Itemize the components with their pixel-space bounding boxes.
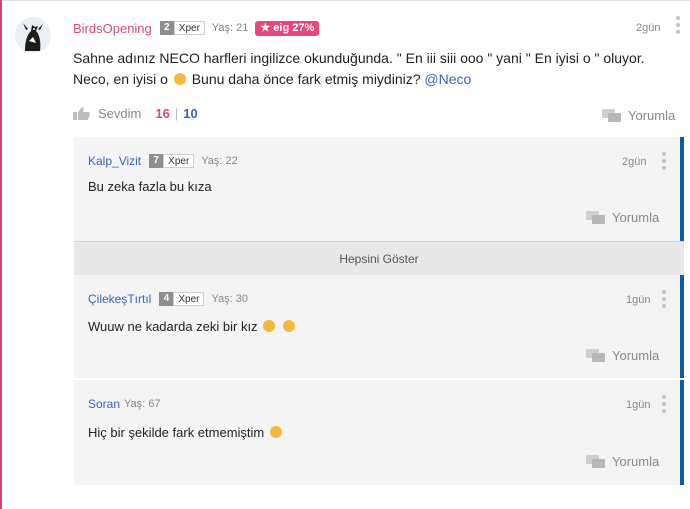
post-reply-button[interactable]: Yorumla	[602, 108, 675, 123]
xper-badge: Xper	[163, 154, 195, 168]
comment-time: 1gün	[626, 399, 651, 411]
user-age: Yaş: 22	[201, 155, 238, 167]
comment-icon	[602, 108, 621, 122]
comment-username[interactable]: Soran	[88, 397, 120, 411]
post-meta: BirdsOpening 2 Xper Yaş: 21 ★ eig 27%	[73, 19, 320, 37]
mention-link[interactable]: @Neco	[424, 71, 471, 87]
count-separator: |	[174, 105, 179, 121]
user-age: Yaş: 21	[211, 22, 249, 34]
xper-badge: Xper	[173, 21, 205, 35]
more-options-icon[interactable]	[662, 395, 666, 416]
comment-icon	[586, 348, 605, 362]
comment-meta: ÇilekeşTırtıl 4 Xper Yaş: 30	[88, 291, 248, 307]
eig-badge-label: eig 27%	[273, 21, 315, 34]
comment-text: Hiç bir şekilde fark etmemiştim	[88, 425, 265, 440]
comment-text: Wuuw ne kadarda zeki bir kız	[88, 319, 258, 334]
comment-text-row: Hiç bir şekilde fark etmemiştim	[88, 425, 284, 440]
post-body-tail: Bunu daha önce fark etmiş miydiniz?	[191, 71, 421, 87]
user-age: Yaş: 30	[211, 293, 248, 305]
comment-accent-bar	[680, 275, 684, 378]
post-username[interactable]: BirdsOpening	[73, 21, 152, 36]
more-options-icon[interactable]	[662, 290, 666, 311]
comment-time: 2gün	[622, 156, 647, 168]
xper-badge: Xper	[173, 292, 205, 306]
thumbs-up-icon[interactable]	[73, 106, 91, 120]
like-count: 16	[155, 105, 170, 121]
comment-time: 1gün	[626, 294, 651, 306]
more-options-icon[interactable]	[676, 16, 680, 37]
star-icon: ★	[260, 21, 271, 34]
comment-icon	[586, 210, 605, 224]
grin-emoji-icon	[263, 320, 276, 332]
reply-label: Yorumla	[612, 210, 660, 225]
comment-accent-bar	[680, 137, 684, 241]
post-body: Sahne adınız NECO harfleri ingilizce oku…	[73, 48, 673, 90]
more-options-icon[interactable]	[662, 152, 666, 173]
comment-reply-button[interactable]: Yorumla	[586, 348, 659, 363]
comment-username[interactable]: ÇilekeşTırtıl	[88, 292, 151, 306]
reply-label: Yorumla	[612, 348, 660, 363]
comment-meta: Kalp_Vizit 7 Xper Yaş: 22	[88, 153, 238, 169]
post-actions: Sevdim 16 | 10	[73, 104, 198, 122]
user-age: Yaş: 67	[124, 398, 161, 410]
comment-text-row: Wuuw ne kadarda zeki bir kız	[88, 319, 297, 334]
show-all-button[interactable]: Hepsini Göster	[74, 241, 684, 276]
reply-label: Yorumla	[612, 454, 660, 469]
comment-username[interactable]: Kalp_Vizit	[88, 154, 141, 168]
dislike-count: 10	[183, 105, 198, 121]
grin-emoji-icon	[282, 320, 295, 332]
comment-reply-button[interactable]: Yorumla	[586, 210, 659, 225]
comment-reply-button[interactable]: Yorumla	[586, 454, 659, 469]
post-time: 2gün	[636, 22, 661, 34]
like-button[interactable]: Sevdim	[98, 106, 141, 121]
bird-avatar-icon	[15, 17, 51, 53]
level-badge: 2	[159, 21, 174, 35]
reply-label: Yorumla	[628, 108, 676, 123]
smile-emoji-icon	[269, 426, 282, 438]
avatar[interactable]	[15, 17, 51, 53]
comment-accent-bar	[680, 380, 684, 485]
comment-meta: Soran Yaş: 67	[88, 396, 161, 412]
comment-item: Kalp_Vizit 7 Xper Yaş: 22 2gün Bu zeka f…	[74, 137, 684, 241]
comment-item: Soran Yaş: 67 1gün Hiç bir şekilde fark …	[74, 380, 684, 485]
eig-badge: ★ eig 27%	[255, 20, 320, 36]
level-badge: 7	[149, 154, 164, 168]
level-badge: 4	[159, 292, 174, 306]
comment-text: Bu zeka fazla bu kıza	[88, 179, 212, 194]
grin-emoji-icon	[173, 73, 186, 85]
comment-icon	[586, 454, 605, 468]
comment-item: ÇilekeşTırtıl 4 Xper Yaş: 30 1gün Wuuw n…	[74, 275, 684, 378]
